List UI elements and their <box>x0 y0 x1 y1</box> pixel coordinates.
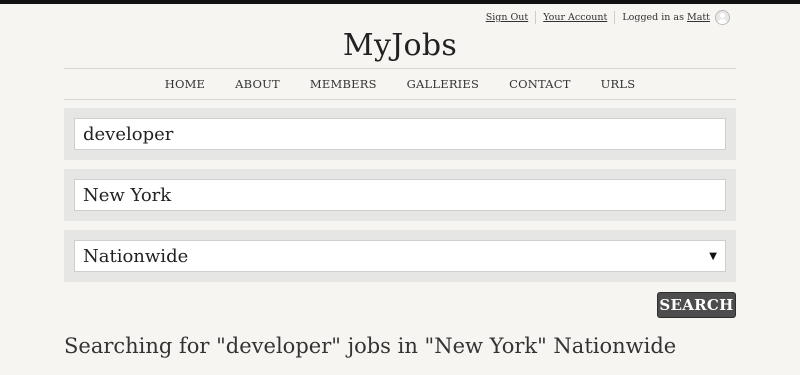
scope-field-container: Nationwide ▼ <box>64 230 736 282</box>
location-input[interactable] <box>74 179 726 211</box>
account-bar: Sign Out Your Account Logged in as Matt <box>486 10 730 25</box>
scope-select[interactable]: Nationwide ▼ <box>74 240 726 272</box>
site-title: MyJobs <box>342 28 458 63</box>
nav-item-urls[interactable]: URLS <box>601 77 636 91</box>
location-field-container <box>64 169 736 221</box>
nav-item-home[interactable]: HOME <box>165 77 205 91</box>
divider <box>535 11 537 24</box>
nav-item-contact[interactable]: CONTACT <box>509 77 571 91</box>
divider <box>614 11 616 24</box>
keyword-input[interactable] <box>74 118 726 150</box>
search-button[interactable]: SEARCH <box>657 292 736 318</box>
logged-in-status: Logged in as Matt <box>622 12 710 23</box>
avatar-icon[interactable] <box>715 10 730 25</box>
top-border <box>0 0 800 4</box>
keyword-field-container <box>64 108 736 160</box>
sign-out-link[interactable]: Sign Out <box>486 12 529 23</box>
nav-item-about[interactable]: ABOUT <box>235 77 280 91</box>
dropdown-arrow-icon: ▼ <box>709 250 717 262</box>
nav-item-galleries[interactable]: GALLERIES <box>407 77 479 91</box>
nav-item-members[interactable]: MEMBERS <box>310 77 377 91</box>
results-heading: Searching for "developer" jobs in "New Y… <box>64 334 677 358</box>
username-link[interactable]: Matt <box>687 12 710 23</box>
logged-in-label: Logged in as <box>622 12 684 23</box>
scope-selected-value: Nationwide <box>83 245 189 267</box>
your-account-link[interactable]: Your Account <box>543 12 607 23</box>
main-nav: HOME ABOUT MEMBERS GALLERIES CONTACT URL… <box>64 68 736 100</box>
